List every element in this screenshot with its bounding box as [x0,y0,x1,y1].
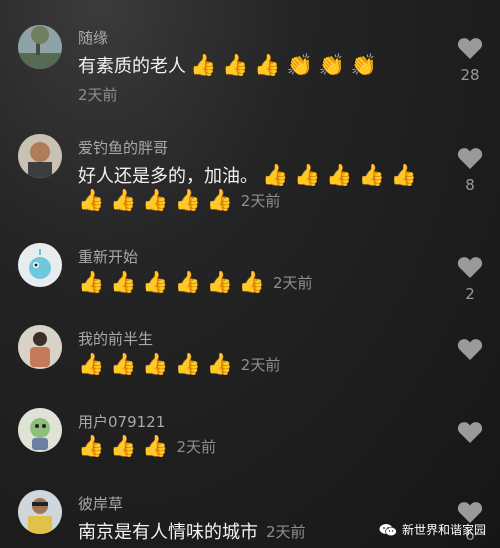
emoji-row: 👍 👍 👍 [78,436,168,457]
user-avatar[interactable] [18,490,62,534]
comment-time: 2天前 [176,438,217,456]
thumbs-up-emoji: 👍 [110,188,137,212]
thumbs-up-emoji: 👍 [238,270,265,294]
thumbs-up-emoji: 👍 [110,352,137,376]
comment-text: 好人还是多的，加油。 👍 👍 👍 👍 👍 [78,162,417,188]
emoji-row: 👍 👍 👍 👍 👍 [78,354,233,375]
comment-text: 👍 👍 👍 👍 👍 2天前 [78,354,280,375]
like-button[interactable] [452,420,488,450]
thumbs-up-emoji: 👍 [358,162,385,187]
comment-time: 2天前 [266,522,306,541]
thumbs-up-emoji: 👍 [254,52,281,77]
username[interactable]: 重新开始 [78,246,138,267]
heart-icon [457,148,483,169]
user-avatar[interactable] [18,408,62,452]
comment-time: 2天前 [78,86,118,104]
emoji-row: 👍 👍 👍 👍 👍 [262,162,417,187]
thumbs-up-emoji: 👍 [174,188,201,212]
watermark: 新世界和谐家园 [379,521,486,538]
comment-time: 2天前 [272,274,313,292]
thumbs-up-emoji: 👍 [110,434,137,458]
comment-text: 南京是有人情味的城市 2天前 [78,518,306,544]
comment-body: 有素质的老人 [78,56,186,77]
emoji-row: 👍 👍 👍 👍 👍 [78,190,233,211]
thumbs-up-emoji: 👍 [206,352,233,376]
thumbs-up-emoji: 👍 [78,270,105,294]
comment-time: 2天前 [240,356,281,374]
like-count: 2 [465,285,475,303]
thumbs-up-emoji: 👍 [78,352,105,376]
thumbs-up-emoji: 👍 [142,188,169,212]
comment-body: 好人还是多的，加油。 [78,166,258,187]
heart-icon [457,422,483,443]
comment-text: 👍 👍 👍 👍 👍 👍 2天前 [78,272,312,293]
thumbs-up-emoji: 👍 [390,162,417,187]
like-button[interactable] [452,337,488,367]
wechat-icon [379,523,397,536]
username[interactable]: 用户079121 [78,411,165,432]
thumbs-up-emoji: 👍 [326,162,353,187]
comment-text: 👍 👍 👍 2天前 [78,436,216,457]
like-count: 28 [460,66,480,84]
thumbs-up-emoji: 👍 [190,52,217,77]
thumbs-up-emoji: 👍 [206,270,233,294]
clapping-emoji: 👏 [286,52,313,77]
user-avatar[interactable] [18,243,62,287]
like-count: 8 [465,176,475,194]
username[interactable]: 随缘 [78,27,108,48]
emoji-row: 👍 👍 👍 👏 👏 👏 [190,52,377,77]
username[interactable]: 我的前半生 [78,328,153,349]
heart-icon [457,257,483,278]
clapping-emoji: 👏 [350,52,377,77]
thumbs-up-emoji: 👍 [142,434,169,458]
thumbs-up-emoji: 👍 [206,188,233,212]
comment-text: 有素质的老人 👍 👍 👍 👏 👏 👏 [78,52,377,78]
thumbs-up-emoji: 👍 [110,270,137,294]
thumbs-up-emoji: 👍 [78,188,105,212]
thumbs-up-emoji: 👍 [174,270,201,294]
thumbs-up-emoji: 👍 [262,162,289,187]
username[interactable]: 爱钓鱼的胖哥 [78,137,168,158]
thumbs-up-emoji: 👍 [174,352,201,376]
comment-body: 南京是有人情味的城市 [78,522,258,543]
like-button[interactable]: 8 [452,146,488,194]
like-button[interactable]: 2 [452,255,488,303]
thumbs-up-emoji: 👍 [78,434,105,458]
user-avatar[interactable] [18,325,62,369]
like-button[interactable]: 28 [452,36,488,84]
thumbs-up-emoji: 👍 [142,270,169,294]
emoji-row: 👍 👍 👍 👍 👍 👍 [78,272,265,293]
heart-icon [457,339,483,360]
user-avatar[interactable] [18,134,62,178]
thumbs-up-emoji: 👍 [294,162,321,187]
watermark-text: 新世界和谐家园 [401,523,486,537]
comment-text-line2: 👍 👍 👍 👍 👍 2天前 [78,190,280,211]
username[interactable]: 彼岸草 [78,493,123,514]
clapping-emoji: 👏 [318,52,345,77]
thumbs-up-emoji: 👍 [142,352,169,376]
user-avatar[interactable] [18,25,62,69]
thumbs-up-emoji: 👍 [222,52,249,77]
comment-time: 2天前 [240,192,281,210]
heart-icon [457,38,483,59]
